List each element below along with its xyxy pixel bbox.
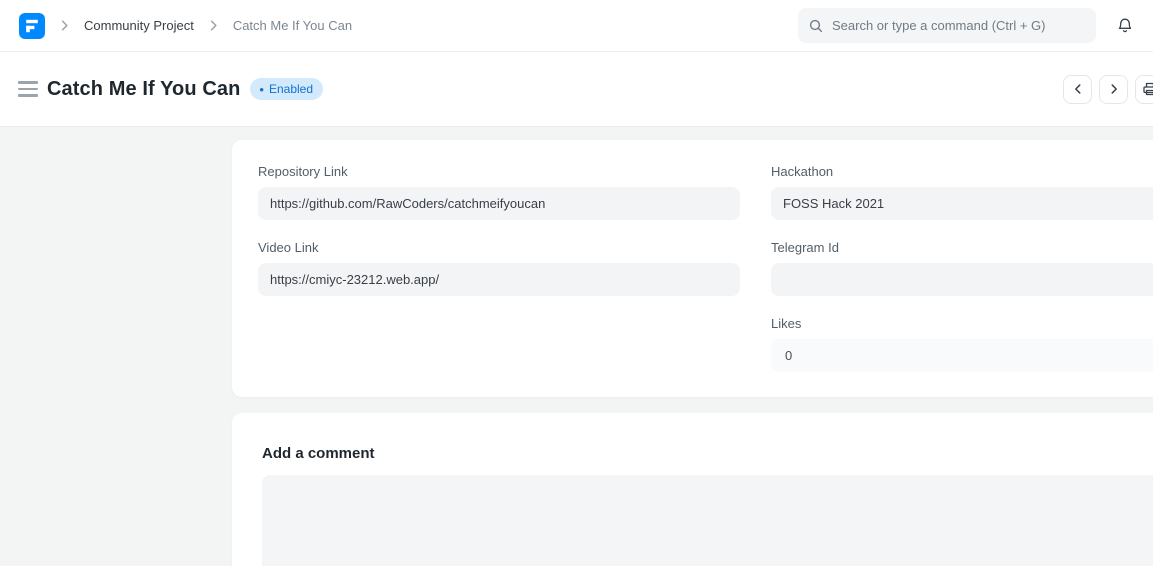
breadcrumb-item-community-project[interactable]: Community Project — [84, 18, 194, 33]
telegram-id-input[interactable] — [771, 263, 1153, 296]
status-badge: • Enabled — [250, 78, 323, 100]
breadcrumb-item-current: Catch Me If You Can — [233, 18, 352, 33]
page-body: Repository Link Video Link Hackathon Tel… — [0, 127, 1153, 566]
form-column-left: Repository Link Video Link — [258, 164, 740, 372]
field-repository-link: Repository Link — [258, 164, 740, 220]
comment-input[interactable] — [262, 475, 1153, 566]
comment-section: Add a comment — [232, 413, 1153, 566]
frappe-logo-icon — [19, 13, 45, 39]
likes-value: 0 — [771, 339, 1153, 372]
status-badge-label: Enabled — [269, 82, 313, 96]
global-search[interactable] — [798, 8, 1096, 43]
repository-link-input[interactable] — [258, 187, 740, 220]
field-label: Hackathon — [771, 164, 1153, 179]
printer-icon — [1142, 81, 1153, 97]
video-link-input[interactable] — [258, 263, 740, 296]
search-icon — [808, 18, 824, 34]
field-likes: Likes 0 — [771, 316, 1153, 372]
page-head-actions — [1063, 75, 1153, 104]
field-hackathon: Hackathon — [771, 164, 1153, 220]
field-telegram-id: Telegram Id — [771, 240, 1153, 296]
field-label: Likes — [771, 316, 1153, 331]
form-section: Repository Link Video Link Hackathon Tel… — [232, 140, 1153, 397]
comment-section-heading: Add a comment — [262, 445, 1153, 462]
hamburger-icon — [18, 81, 38, 84]
notifications-button[interactable] — [1116, 17, 1134, 35]
field-video-link: Video Link — [258, 240, 740, 296]
page-head: Catch Me If You Can • Enabled — [0, 52, 1153, 127]
navbar: Community Project Catch Me If You Can — [0, 0, 1153, 52]
next-document-button[interactable] — [1099, 75, 1128, 104]
print-button[interactable] — [1135, 75, 1153, 104]
field-label: Video Link — [258, 240, 740, 255]
navbar-right — [798, 8, 1134, 43]
prev-document-button[interactable] — [1063, 75, 1092, 104]
chevron-right-icon — [1107, 82, 1121, 96]
hackathon-input[interactable] — [771, 187, 1153, 220]
bell-icon — [1116, 17, 1134, 35]
field-label: Telegram Id — [771, 240, 1153, 255]
breadcrumb: Community Project Catch Me If You Can — [19, 13, 352, 39]
chevron-right-icon — [206, 18, 221, 33]
page-title: Catch Me If You Can — [47, 78, 240, 101]
search-input[interactable] — [832, 18, 1086, 33]
status-dot: • — [259, 83, 264, 96]
app-logo-button[interactable] — [19, 13, 45, 39]
sidebar-toggle-button[interactable] — [18, 77, 38, 101]
chevron-right-icon — [57, 18, 72, 33]
field-label: Repository Link — [258, 164, 740, 179]
chevron-left-icon — [1071, 82, 1085, 96]
form-column-right: Hackathon Telegram Id Likes 0 — [771, 164, 1153, 372]
